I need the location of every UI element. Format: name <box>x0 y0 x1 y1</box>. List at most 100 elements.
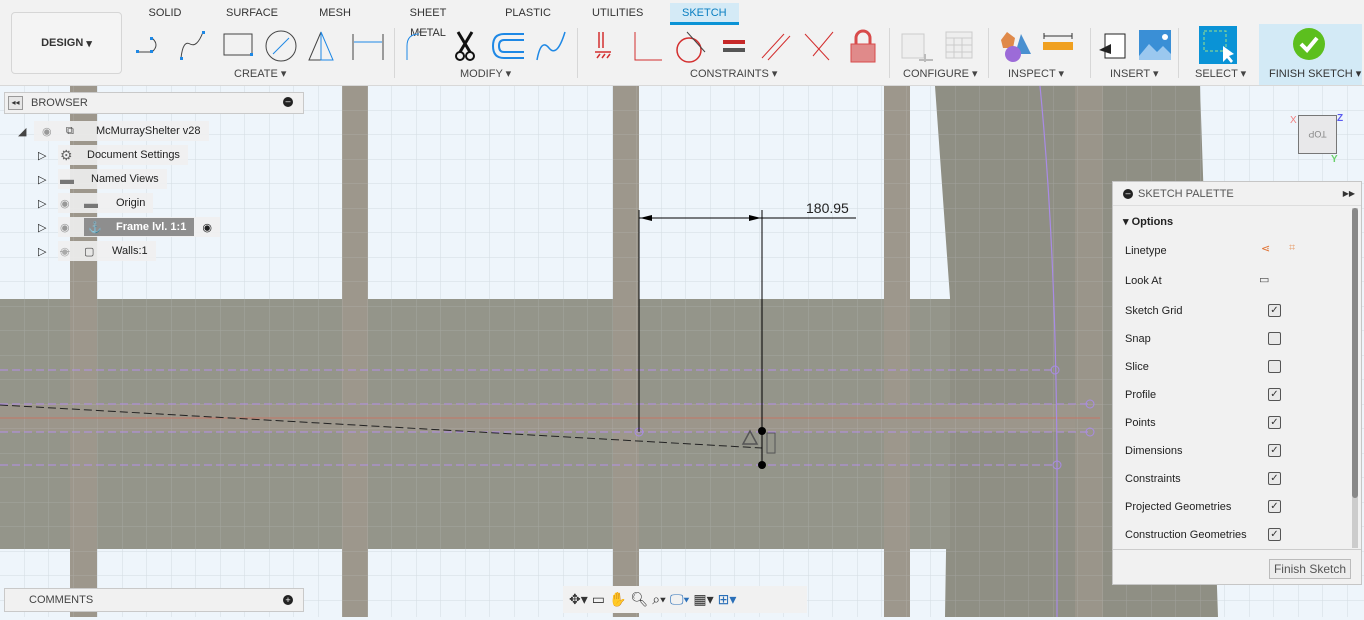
comments-panel[interactable]: COMMENTS + <box>4 588 304 612</box>
finish-sketch-palette-button[interactable]: Finish Sketch <box>1268 559 1351 579</box>
tree-item-named-views[interactable]: ▷ ▬ Named Views <box>38 169 167 189</box>
insert-menu[interactable]: INSERT ▾ <box>1110 67 1159 80</box>
expand-icon[interactable]: ▷ <box>38 173 58 186</box>
centerline-linetype-icon[interactable]: ⌗ <box>1289 242 1295 255</box>
constraints-checkbox[interactable]: ✓ <box>1268 472 1281 485</box>
construction-linetype-icon[interactable]: ⋖ <box>1261 242 1270 255</box>
dimension-label[interactable]: 180.95 <box>806 200 849 216</box>
finish-sketch-button[interactable]: FINISH SKETCH ▾ <box>1259 24 1362 85</box>
options-section[interactable]: ▾ Options <box>1123 215 1173 228</box>
slice-checkbox[interactable] <box>1268 360 1281 373</box>
parallel-icon[interactable] <box>758 28 794 64</box>
workspace-dropdown[interactable]: DESIGN ▾ <box>11 12 122 74</box>
tree-item-walls[interactable]: ▷ ◉ ▢ Walls:1 <box>38 241 156 261</box>
parameters-icon[interactable] <box>899 28 935 64</box>
coincident-icon[interactable] <box>801 28 837 64</box>
tree-label: Document Settings <box>87 149 180 161</box>
look-at-icon[interactable]: ▭ <box>1259 273 1269 286</box>
trim-icon[interactable] <box>448 28 484 64</box>
divider <box>889 28 890 78</box>
configure-menu[interactable]: CONFIGURE ▾ <box>903 67 978 80</box>
option-projected-geometries: Projected Geometries <box>1125 501 1232 513</box>
spline-icon[interactable] <box>176 28 212 64</box>
activate-radio-icon[interactable]: ◉ <box>202 221 212 234</box>
tree-item-document-settings[interactable]: ▷ ⚙ Document Settings <box>38 145 188 165</box>
tab-surface[interactable]: SURFACE <box>225 3 279 25</box>
profile-checkbox[interactable]: ✓ <box>1268 388 1281 401</box>
fit-icon[interactable]: ⌕▾ <box>652 591 666 608</box>
expand-icon[interactable]: ▷ <box>38 245 58 258</box>
divider <box>1178 28 1179 78</box>
tangent-icon[interactable] <box>673 28 709 64</box>
minimize-icon[interactable]: – <box>283 97 293 107</box>
snap-checkbox[interactable] <box>1268 332 1281 345</box>
expand-icon[interactable]: ▷ <box>38 149 58 162</box>
constraints-menu[interactable]: CONSTRAINTS ▾ <box>690 67 777 80</box>
fix-constraint-icon[interactable] <box>587 28 623 64</box>
eye-icon[interactable]: ◉ <box>60 197 84 210</box>
measure-icon[interactable] <box>1040 28 1076 64</box>
dimension-icon[interactable] <box>350 28 386 64</box>
navigation-bar: ✥▾ ▭ ✋ 🔍︎ ⌕▾ 🖵▾ ▦▾ ⊞▾ <box>563 586 807 613</box>
offset-icon[interactable] <box>490 28 526 64</box>
zoom-icon[interactable]: 🔍︎ <box>630 591 648 608</box>
tab-mesh[interactable]: MESH <box>318 3 352 25</box>
expand-icon[interactable]: ▷ <box>38 197 58 210</box>
scrollbar[interactable] <box>1352 208 1358 548</box>
equal-icon[interactable] <box>716 28 752 64</box>
eye-hidden-icon[interactable]: ◉ <box>60 245 84 258</box>
expand-icon[interactable]: ◢ <box>18 125 34 138</box>
expand-palette-icon[interactable]: ▶▶ <box>1343 189 1355 198</box>
tab-plastic[interactable]: PLASTIC <box>505 3 551 25</box>
line-icon[interactable] <box>134 28 170 64</box>
select-menu[interactable]: SELECT ▾ <box>1195 67 1246 80</box>
perpendicular-icon[interactable] <box>630 28 666 64</box>
pan-icon[interactable]: ✋ <box>609 591 626 608</box>
tab-sheet-metal[interactable]: SHEET METAL <box>392 3 464 39</box>
tree-item-origin[interactable]: ▷ ◉ ▬ Origin <box>38 193 154 213</box>
configure-label: CONFIGURE <box>903 68 969 80</box>
collapse-browser-icon[interactable]: ◂◂ <box>8 96 23 110</box>
tree-item-root[interactable]: ◢ ◉ ⧉ McMurrayShelter v28 <box>18 121 209 141</box>
triangle-icon[interactable] <box>305 28 341 64</box>
create-menu[interactable]: CREATE ▾ <box>234 67 286 80</box>
look-at-icon[interactable]: ▭ <box>592 591 605 608</box>
dimensions-checkbox[interactable]: ✓ <box>1268 444 1281 457</box>
sketch-grid-checkbox[interactable]: ✓ <box>1268 304 1281 317</box>
rectangle-icon[interactable] <box>220 28 256 64</box>
modify-menu[interactable]: MODIFY ▾ <box>460 67 511 80</box>
minimize-icon[interactable]: – <box>1123 188 1133 199</box>
tree-label: Walls:1 <box>112 245 148 257</box>
insert-image-icon[interactable] <box>1137 28 1173 64</box>
expand-icon[interactable]: ▷ <box>38 221 58 234</box>
grid-settings-icon[interactable]: ▦▾ <box>693 591 713 608</box>
linetype-label: Linetype <box>1125 245 1167 257</box>
construction-geometries-checkbox[interactable]: ✓ <box>1268 528 1281 541</box>
eye-icon[interactable]: ◉ <box>42 125 66 138</box>
add-comment-icon[interactable]: + <box>283 595 293 605</box>
tab-utilities[interactable]: UTILITIES <box>592 3 643 25</box>
insert-derive-icon[interactable] <box>1095 28 1131 64</box>
browser-panel-header[interactable]: ◂◂ BROWSER – <box>4 92 304 114</box>
option-constraints: Constraints <box>1125 473 1181 485</box>
viewports-icon[interactable]: ⊞▾ <box>718 591 737 608</box>
fillet-icon[interactable] <box>403 28 439 64</box>
break-curve-icon[interactable] <box>533 28 569 64</box>
table-icon[interactable] <box>943 28 979 64</box>
tab-solid[interactable]: SOLID <box>148 3 182 25</box>
inspect-icon[interactable] <box>997 28 1033 64</box>
inspect-menu[interactable]: INSPECT ▾ <box>1008 67 1064 80</box>
tab-sketch[interactable]: SKETCH <box>670 3 739 25</box>
orbit-icon[interactable]: ✥▾ <box>569 591 588 608</box>
viewcube[interactable]: TOP <box>1298 115 1337 154</box>
folder-icon: ▬ <box>60 171 74 187</box>
display-settings-icon[interactable]: 🖵▾ <box>670 591 689 608</box>
select-icon[interactable] <box>1199 26 1237 64</box>
palette-header[interactable]: – SKETCH PALETTE ▶▶ <box>1113 182 1361 206</box>
circle-icon[interactable] <box>263 28 299 64</box>
lock-icon[interactable] <box>845 28 881 64</box>
tree-item-frame[interactable]: ▷ ◉ ⚓ Frame lvl. 1:1 ◉ <box>38 217 220 237</box>
projected-geometries-checkbox[interactable]: ✓ <box>1268 500 1281 513</box>
points-checkbox[interactable]: ✓ <box>1268 416 1281 429</box>
eye-icon[interactable]: ◉ <box>60 221 84 234</box>
